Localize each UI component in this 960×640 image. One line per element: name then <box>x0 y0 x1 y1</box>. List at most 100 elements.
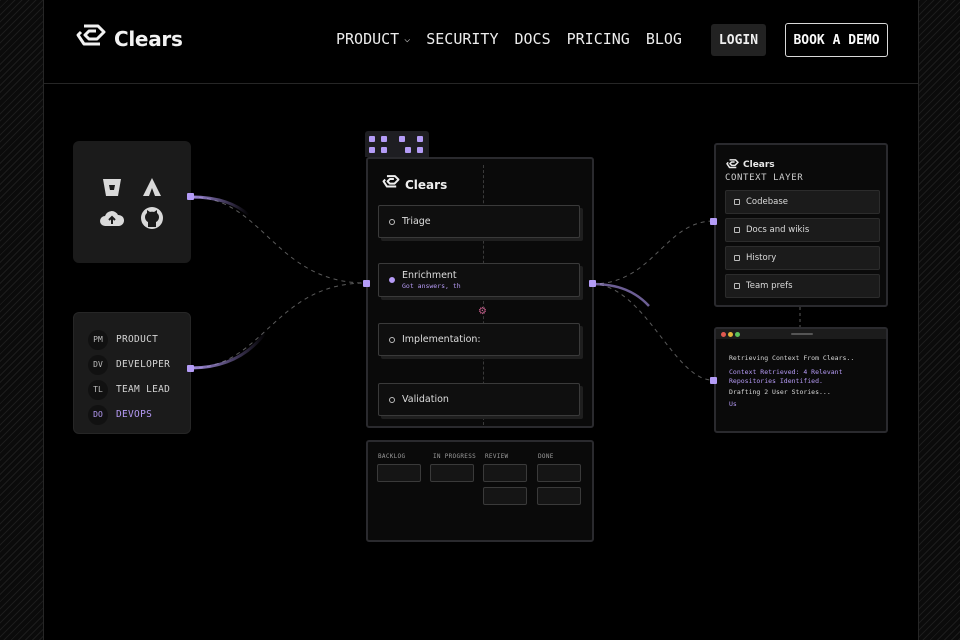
board-card[interactable] <box>537 464 581 482</box>
checkbox-icon <box>734 283 740 289</box>
clears-logo-icon <box>382 175 400 194</box>
step-status-icon <box>389 277 395 283</box>
terminal-handle <box>791 333 813 335</box>
role-label: DEVELOPER <box>116 359 171 370</box>
board-column-backlog: BACKLOG <box>378 453 406 460</box>
workflow-out-node <box>589 280 596 287</box>
tab-dot <box>381 136 387 142</box>
role-label: TEAM LEAD <box>116 384 171 395</box>
role-badge: PM <box>88 329 108 350</box>
context-layer-title: CONTEXT LAYER <box>725 173 804 183</box>
context-item-codebase[interactable]: Codebase <box>725 190 880 214</box>
bitbucket-icon <box>99 174 125 200</box>
context-item-label: History <box>746 253 777 263</box>
close-light-icon <box>721 332 726 337</box>
checkbox-icon <box>734 227 740 233</box>
hero-section: Clears PRODUCT ⌵ SECURITY DOCS PRICING B… <box>44 0 918 640</box>
maximize-light-icon <box>735 332 740 337</box>
step-text: Enrichment Got answers, th <box>402 270 461 290</box>
role-item-developer[interactable]: DV DEVELOPER <box>74 352 190 377</box>
github-icon <box>139 205 165 231</box>
checkbox-icon <box>734 255 740 261</box>
tab-dot <box>417 147 423 153</box>
tab-dot <box>369 147 375 153</box>
tools-connector-node <box>187 193 194 200</box>
workflow-step-enrichment[interactable]: Enrichment Got answers, th <box>378 263 580 297</box>
right-hatched-border <box>918 0 960 640</box>
wire-workflow-to-terminal <box>591 283 713 381</box>
terminal-connector-node <box>710 377 717 384</box>
role-item-team-lead[interactable]: TL TEAM LEAD <box>74 377 190 402</box>
workflow-step-validation[interactable]: Validation <box>378 383 580 416</box>
step-status-icon <box>389 218 395 225</box>
wire-roles-glow <box>190 331 268 370</box>
tab-dot <box>405 147 411 153</box>
context-item-label: Team prefs <box>746 281 793 291</box>
cloud-upload-icon <box>99 205 125 231</box>
role-item-product[interactable]: PM PRODUCT <box>74 327 190 352</box>
terminal-titlebar <box>716 329 886 339</box>
tab-dot <box>399 136 405 142</box>
wire-tools-to-workflow <box>190 196 367 284</box>
role-badge: DO <box>88 404 108 425</box>
role-item-devops[interactable]: DO DEVOPS <box>74 402 190 427</box>
board-card[interactable] <box>430 464 474 482</box>
board-card[interactable] <box>483 487 527 505</box>
checkbox-icon <box>734 199 740 205</box>
workflow-step-implementation[interactable]: Implementation: <box>378 323 580 356</box>
board-card[interactable] <box>483 464 527 482</box>
roles-connector-node <box>187 365 194 372</box>
integrations-card <box>73 141 191 263</box>
workflow-brand: Clears <box>382 175 447 194</box>
board-card[interactable] <box>537 487 581 505</box>
terminal-line: Drafting 2 User Stories... <box>729 388 831 396</box>
terminal-line: Repositories Identified. <box>729 376 823 385</box>
terminal-window: Retrieving Context From Clears.. Context… <box>714 327 888 433</box>
role-badge: DV <box>88 354 108 375</box>
tab-dot <box>381 147 387 153</box>
workflow-brand-name: Clears <box>405 177 448 192</box>
roles-card: PM PRODUCT DV DEVELOPER TL TEAM LEAD DO … <box>73 312 191 434</box>
step-status-icon <box>389 396 395 403</box>
atlassian-icon <box>139 174 165 200</box>
role-badge: TL <box>88 379 108 400</box>
step-label: Implementation: <box>402 334 481 345</box>
context-item-label: Docs and wikis <box>746 225 810 235</box>
minimize-light-icon <box>728 332 733 337</box>
wire-terminal-glow <box>591 282 650 307</box>
wire-roles-to-workflow <box>190 282 367 369</box>
role-label: DEVOPS <box>116 409 153 420</box>
step-label: Triage <box>402 216 431 227</box>
clears-logo-icon <box>726 155 739 174</box>
context-item-history[interactable]: History <box>725 246 880 270</box>
context-item-label: Codebase <box>746 197 789 207</box>
wire-tools-glow <box>190 195 250 217</box>
step-label: Validation <box>402 394 449 405</box>
context-layer-panel: Clears CONTEXT LAYER Codebase Docs and w… <box>714 143 888 307</box>
terminal-line: Retrieving Context From Clears.. <box>729 354 855 362</box>
context-connector-node <box>710 218 717 225</box>
board-column-in-progress: IN PROGRESS <box>433 453 477 460</box>
workflow-panel: Clears Triage Enrichment Got answers, th… <box>366 157 594 428</box>
workflow-tab-strip <box>365 131 429 157</box>
step-status-icon <box>389 336 395 343</box>
terminal-line: Us <box>729 400 737 408</box>
tab-dot <box>417 136 423 142</box>
context-brand: Clears <box>726 155 775 174</box>
kanban-board: BACKLOG IN PROGRESS REVIEW DONE <box>366 440 594 542</box>
step-sublabel: Got answers, th <box>402 282 461 290</box>
board-column-done: DONE <box>538 453 554 460</box>
step-label: Enrichment <box>402 270 457 281</box>
gear-icon: ⚙ <box>478 306 487 317</box>
workflow-step-triage[interactable]: Triage <box>378 205 580 238</box>
workflow-in-node <box>363 280 370 287</box>
context-item-team-prefs[interactable]: Team prefs <box>725 274 880 298</box>
context-brand-name: Clears <box>743 159 775 170</box>
role-label: PRODUCT <box>116 334 159 345</box>
terminal-line: Context Retrieved: 4 Relevant <box>729 368 843 376</box>
wire-workflow-to-context <box>591 220 715 285</box>
board-column-review: REVIEW <box>485 453 509 460</box>
context-item-docs[interactable]: Docs and wikis <box>725 218 880 242</box>
left-hatched-border <box>0 0 44 640</box>
board-card[interactable] <box>377 464 421 482</box>
